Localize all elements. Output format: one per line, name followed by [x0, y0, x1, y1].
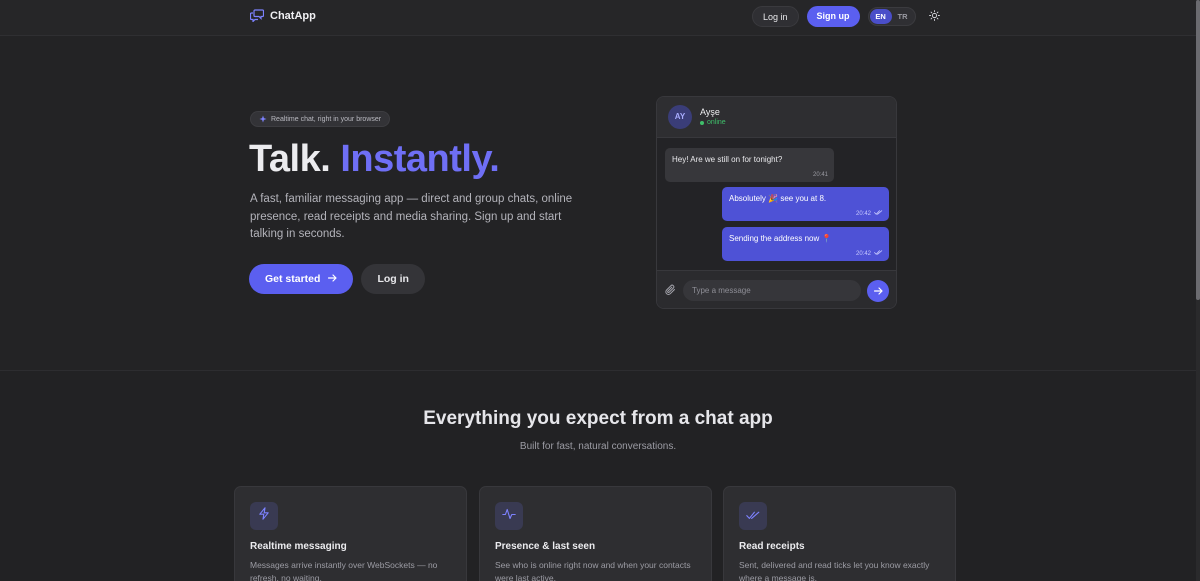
signup-button[interactable]: Sign up	[806, 6, 860, 27]
message-meta: 20:41	[813, 172, 828, 178]
feature-icon-box	[495, 502, 523, 530]
online-dot-icon	[700, 120, 704, 125]
feature-card-read-receipts: Read receipts Sent, delivered and read t…	[723, 486, 956, 581]
hero-title: Talk. Instantly.	[249, 136, 500, 182]
language-option-tr[interactable]: TR	[892, 9, 914, 24]
get-started-button[interactable]: Get started	[249, 264, 354, 294]
hero-login-button[interactable]: Log in	[361, 264, 425, 294]
feature-card-presence: Presence & last seen See who is online r…	[479, 486, 712, 581]
double-check-icon	[874, 210, 883, 217]
hero-title-part1: Talk.	[249, 138, 331, 180]
feature-icon-box	[739, 502, 767, 530]
brand-name: ChatApp	[270, 9, 316, 22]
message-bubble-outgoing: Sending the address now 📍 20:42	[722, 227, 889, 261]
contact-avatar: AY	[668, 105, 692, 129]
sparkle-icon	[259, 110, 267, 128]
feature-title: Read receipts	[739, 541, 805, 552]
feature-description: See who is online right now and when you…	[495, 560, 691, 581]
feature-card-realtime: Realtime messaging Messages arrive insta…	[234, 486, 467, 581]
double-check-icon	[746, 507, 760, 525]
hero-badge-text: Realtime chat, right in your browser	[271, 115, 382, 123]
paperclip-icon[interactable]	[665, 283, 676, 301]
feature-description: Messages arrive instantly over WebSocket…	[250, 560, 438, 581]
hero-cta-row: Get started Log in	[249, 264, 425, 294]
language-option-en[interactable]: EN	[869, 9, 892, 24]
hero-title-part2: Instantly.	[340, 138, 500, 180]
features-title: Everything you expect from a chat app	[423, 408, 773, 429]
message-text: Sending the address now 📍	[729, 234, 832, 243]
sun-icon	[929, 8, 940, 26]
message-bubble-incoming: Hey! Are we still on for tonight? 20:41	[665, 148, 834, 182]
language-switcher: EN TR	[867, 7, 916, 26]
top-navbar: ChatApp Log in Sign up EN TR	[0, 0, 1196, 36]
feature-title: Realtime messaging	[250, 541, 347, 552]
double-check-icon	[874, 250, 883, 257]
message-composer	[657, 270, 896, 308]
chat-bubbles-icon	[250, 9, 264, 22]
page-scrollbar[interactable]	[1196, 0, 1200, 581]
hero-badge: Realtime chat, right in your browser	[250, 110, 391, 128]
message-time: 20:42	[855, 250, 871, 257]
arrow-right-icon	[328, 273, 338, 285]
send-button[interactable]	[867, 280, 889, 302]
message-input[interactable]	[683, 280, 861, 301]
nav-actions: Log in Sign up EN TR	[752, 6, 944, 27]
feature-description: Sent, delivered and read ticks let you k…	[739, 560, 930, 581]
feature-title: Presence & last seen	[495, 541, 596, 552]
chat-preview-window: AY Ayşe online Hey! Are we still on for …	[656, 96, 897, 309]
features-subtitle: Built for fast, natural conversations.	[519, 441, 677, 452]
lightning-icon	[258, 507, 270, 525]
scrollbar-thumb[interactable]	[1196, 0, 1200, 300]
contact-status: online	[700, 119, 726, 126]
message-list: Hey! Are we still on for tonight? 20:41 …	[657, 138, 896, 270]
message-meta: 20:42	[856, 250, 883, 257]
message-meta: 20:42	[856, 210, 883, 217]
message-time: 20:41	[812, 172, 828, 178]
brand-logo[interactable]: ChatApp	[250, 9, 316, 22]
message-text: Absolutely 🎉 see you at 8.	[729, 194, 827, 203]
message-bubble-outgoing: Absolutely 🎉 see you at 8. 20:42	[722, 187, 889, 221]
message-text: Hey! Are we still on for tonight?	[672, 155, 783, 164]
pulse-icon	[502, 507, 516, 525]
feature-icon-box	[250, 502, 278, 530]
theme-toggle-button[interactable]	[926, 8, 944, 26]
hero-description: A fast, familiar messaging app — direct …	[250, 193, 573, 240]
get-started-label: Get started	[265, 273, 321, 285]
chat-header: AY Ayşe online	[657, 97, 896, 138]
login-button[interactable]: Log in	[752, 6, 799, 27]
contact-status-text: online	[707, 119, 726, 126]
arrow-right-icon	[873, 282, 883, 300]
landing-page: ChatApp Log in Sign up EN TR Realtime ch…	[0, 0, 1196, 581]
contact-name: Ayşe	[700, 107, 720, 117]
message-time: 20:42	[855, 210, 871, 217]
